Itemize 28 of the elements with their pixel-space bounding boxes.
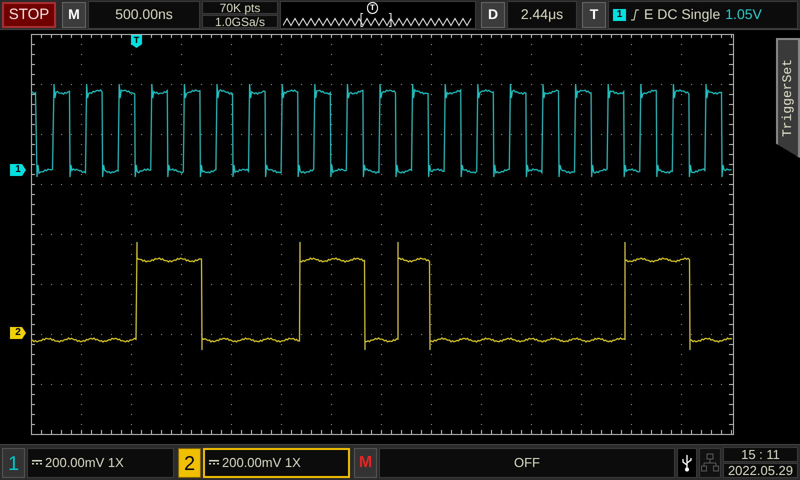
usb-icon [682,454,692,472]
trigger-settings: E DC Single [644,5,720,24]
math-status: OFF [379,448,675,478]
network-icon [701,452,719,472]
run-stop-button[interactable]: STOP [2,2,56,28]
channel-scale: 200.00mV 1X [222,454,301,472]
channel-offset-marker[interactable]: 1 [10,164,26,176]
delay-button[interactable]: D [481,2,505,28]
trigger-position-marker: T [367,2,378,14]
trigger-position-marker: T [131,35,142,48]
sample-rate-readout: 1.0GSa/s [202,15,278,28]
dc-coupling-icon [209,460,219,465]
side-menu-tab[interactable]: TriggerSet [776,38,800,158]
dc-coupling-icon [32,460,42,465]
memory-depth-readout: 70K pts [202,1,278,14]
delay-readout: 2.44μs [507,0,577,28]
clock-time: 15 : 11 [723,447,798,462]
channel-scale: 200.00mV 1X [45,454,124,472]
clock-date: 2022.05.29 [723,463,798,478]
trigger-level: 1.05V [725,5,762,24]
trigger-button[interactable]: T [582,2,606,28]
timebase-readout: 500.00ns [88,0,200,28]
channel-button[interactable]: 1 [2,448,25,478]
channel-offset-marker[interactable]: 2 [10,327,26,339]
trigger-source-badge: 1 [613,8,626,20]
rising-edge-icon [631,8,639,20]
channel-button[interactable]: 2 [178,448,201,478]
menu-button[interactable]: M [62,2,86,28]
